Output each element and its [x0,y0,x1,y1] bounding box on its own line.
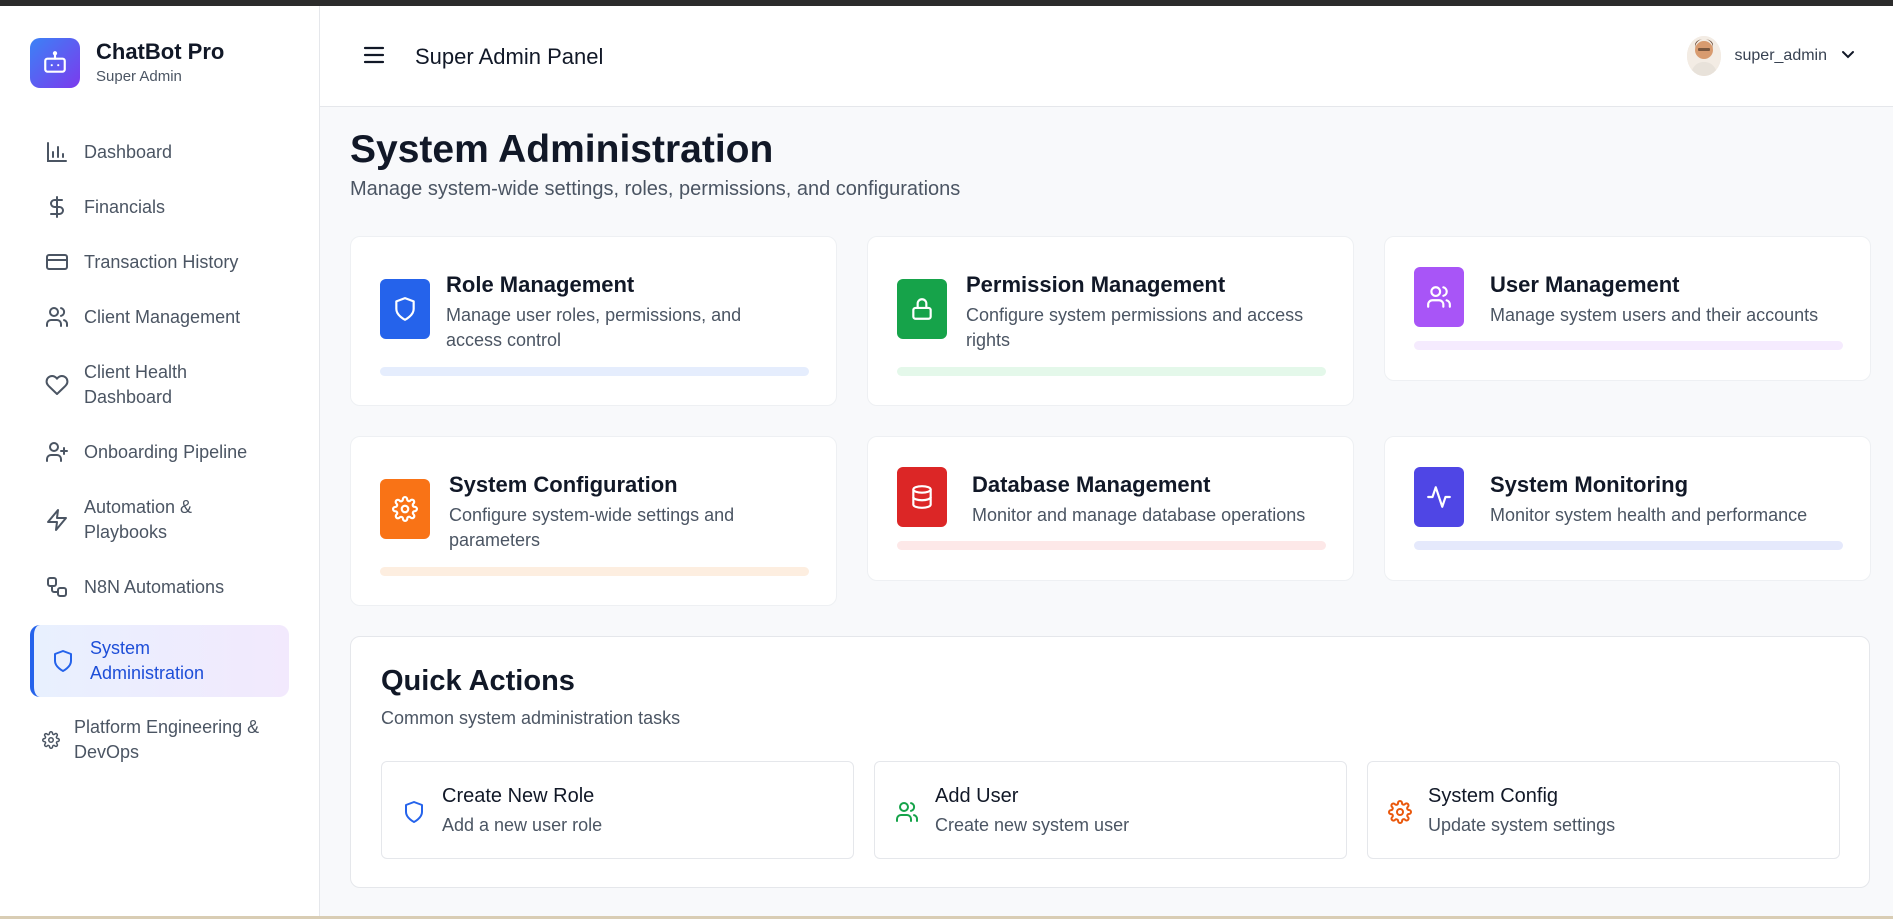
quick-action-description: Update system settings [1428,815,1616,835]
brand-name: ChatBot Pro [96,39,225,64]
sidebar-item-onboarding-pipeline[interactable]: Onboarding Pipeline [30,430,289,474]
database-management-card[interactable]: Database Management Monitor and manage d… [867,436,1354,581]
add-user-button[interactable]: Add User Create new system user [874,761,1347,859]
shield-icon [400,798,428,826]
card-description: Configure system-wide settings and param… [449,505,735,550]
card-accent-bar [897,367,1326,376]
card-title: User Management [1490,272,1680,297]
user-management-card[interactable]: User Management Manage system users and … [1384,236,1871,381]
users-icon [44,304,70,330]
sidebar-item-label: Client Management [84,306,241,327]
role-management-card[interactable]: Role Management Manage user roles, permi… [350,236,837,406]
brand[interactable]: ChatBot Pro Super Admin [30,38,224,88]
quick-action-title: Add User [935,785,1019,807]
sidebar: ChatBot Pro Super Admin Dashboard Financ… [0,6,320,916]
top-header: Super Admin Panel super_admin [320,6,1893,107]
sidebar-item-label: Dashboard [84,141,173,162]
shield-icon [50,648,76,674]
system-configuration-card[interactable]: System Configuration Configure system-wi… [350,436,837,606]
gear-icon [38,727,64,753]
card-accent-bar [380,567,809,576]
card-title: Role Management [446,272,635,297]
card-description: Monitor system health and performance [1490,505,1808,525]
gear-icon [1386,798,1414,826]
sidebar-item-label: Client Health Dashboard [84,362,188,407]
brand-subtitle: Super Admin [96,68,182,85]
database-icon [897,467,947,527]
credit-card-icon [44,249,70,275]
quick-action-description: Create new system user [935,815,1130,835]
chevron-down-icon [1841,47,1855,65]
card-accent-bar [1414,541,1843,550]
card-title: System Monitoring [1490,472,1689,497]
username: super_admin [1734,47,1828,64]
users-icon [1414,267,1464,327]
sidebar-item-label: Platform Engineering & DevOps [74,717,260,762]
user-menu[interactable]: super_admin [1686,36,1856,76]
avatar [1686,36,1721,76]
bar-chart-icon [44,139,70,165]
workflow-icon [44,574,70,600]
card-description: Manage system users and their accounts [1490,305,1819,325]
dollar-icon [44,194,70,220]
sidebar-item-transaction-history[interactable]: Transaction History [30,240,289,284]
card-description: Configure system permissions and access … [966,305,1304,350]
sidebar-item-label: Transaction History [84,251,239,272]
card-title: Database Management [972,472,1211,497]
page-title: System Administration [350,128,774,171]
sidebar-item-dashboard[interactable]: Dashboard [30,130,289,174]
users-icon [893,798,921,826]
activity-icon [1414,467,1464,527]
quick-action-title: Create New Role [442,785,595,807]
card-description: Monitor and manage database operations [972,505,1306,525]
card-accent-bar [1414,341,1843,350]
sidebar-item-financials[interactable]: Financials [30,185,289,229]
gear-icon [380,479,430,539]
quick-actions-panel: Quick Actions Common system administrati… [350,636,1870,888]
system-config-button[interactable]: System Config Update system settings [1367,761,1840,859]
permission-management-card[interactable]: Permission Management Configure system p… [867,236,1354,406]
sidebar-item-label: Automation & Playbooks [84,497,193,542]
card-accent-bar [380,367,809,376]
card-description: Manage user roles, permissions, and acce… [446,305,742,350]
header-title: Super Admin Panel [415,44,604,69]
sidebar-item-label: N8N Automations [84,576,225,597]
sidebar-item-n8n-automations[interactable]: N8N Automations [30,565,289,609]
sidebar-item-label: System Administration [90,638,205,683]
sidebar-item-system-administration[interactable]: System Administration [30,625,289,697]
quick-actions-subtitle: Common system administration tasks [381,708,681,728]
zap-icon [44,507,70,533]
robot-icon [30,38,80,88]
quick-action-description: Add a new user role [442,815,603,835]
sidebar-item-client-health-dashboard[interactable]: Client Health Dashboard [30,355,289,415]
system-monitoring-card[interactable]: System Monitoring Monitor system health … [1384,436,1871,581]
shield-icon [380,279,430,339]
card-accent-bar [897,541,1326,550]
sidebar-item-platform-engineering-devops[interactable]: Platform Engineering & DevOps [30,710,289,770]
user-plus-icon [44,439,70,465]
sidebar-item-automation-playbooks[interactable]: Automation & Playbooks [30,490,289,550]
page-subtitle: Manage system-wide settings, roles, perm… [350,178,961,200]
card-title: Permission Management [966,272,1226,297]
quick-actions-title: Quick Actions [381,665,575,697]
create-new-role-button[interactable]: Create New Role Add a new user role [381,761,854,859]
heart-icon [44,372,70,398]
sidebar-item-label: Financials [84,196,166,217]
lock-icon [897,279,947,339]
sidebar-item-client-management[interactable]: Client Management [30,295,289,339]
menu-icon[interactable] [362,45,386,65]
card-title: System Configuration [449,472,678,497]
sidebar-item-label: Onboarding Pipeline [84,441,248,462]
quick-action-title: System Config [1428,785,1559,807]
